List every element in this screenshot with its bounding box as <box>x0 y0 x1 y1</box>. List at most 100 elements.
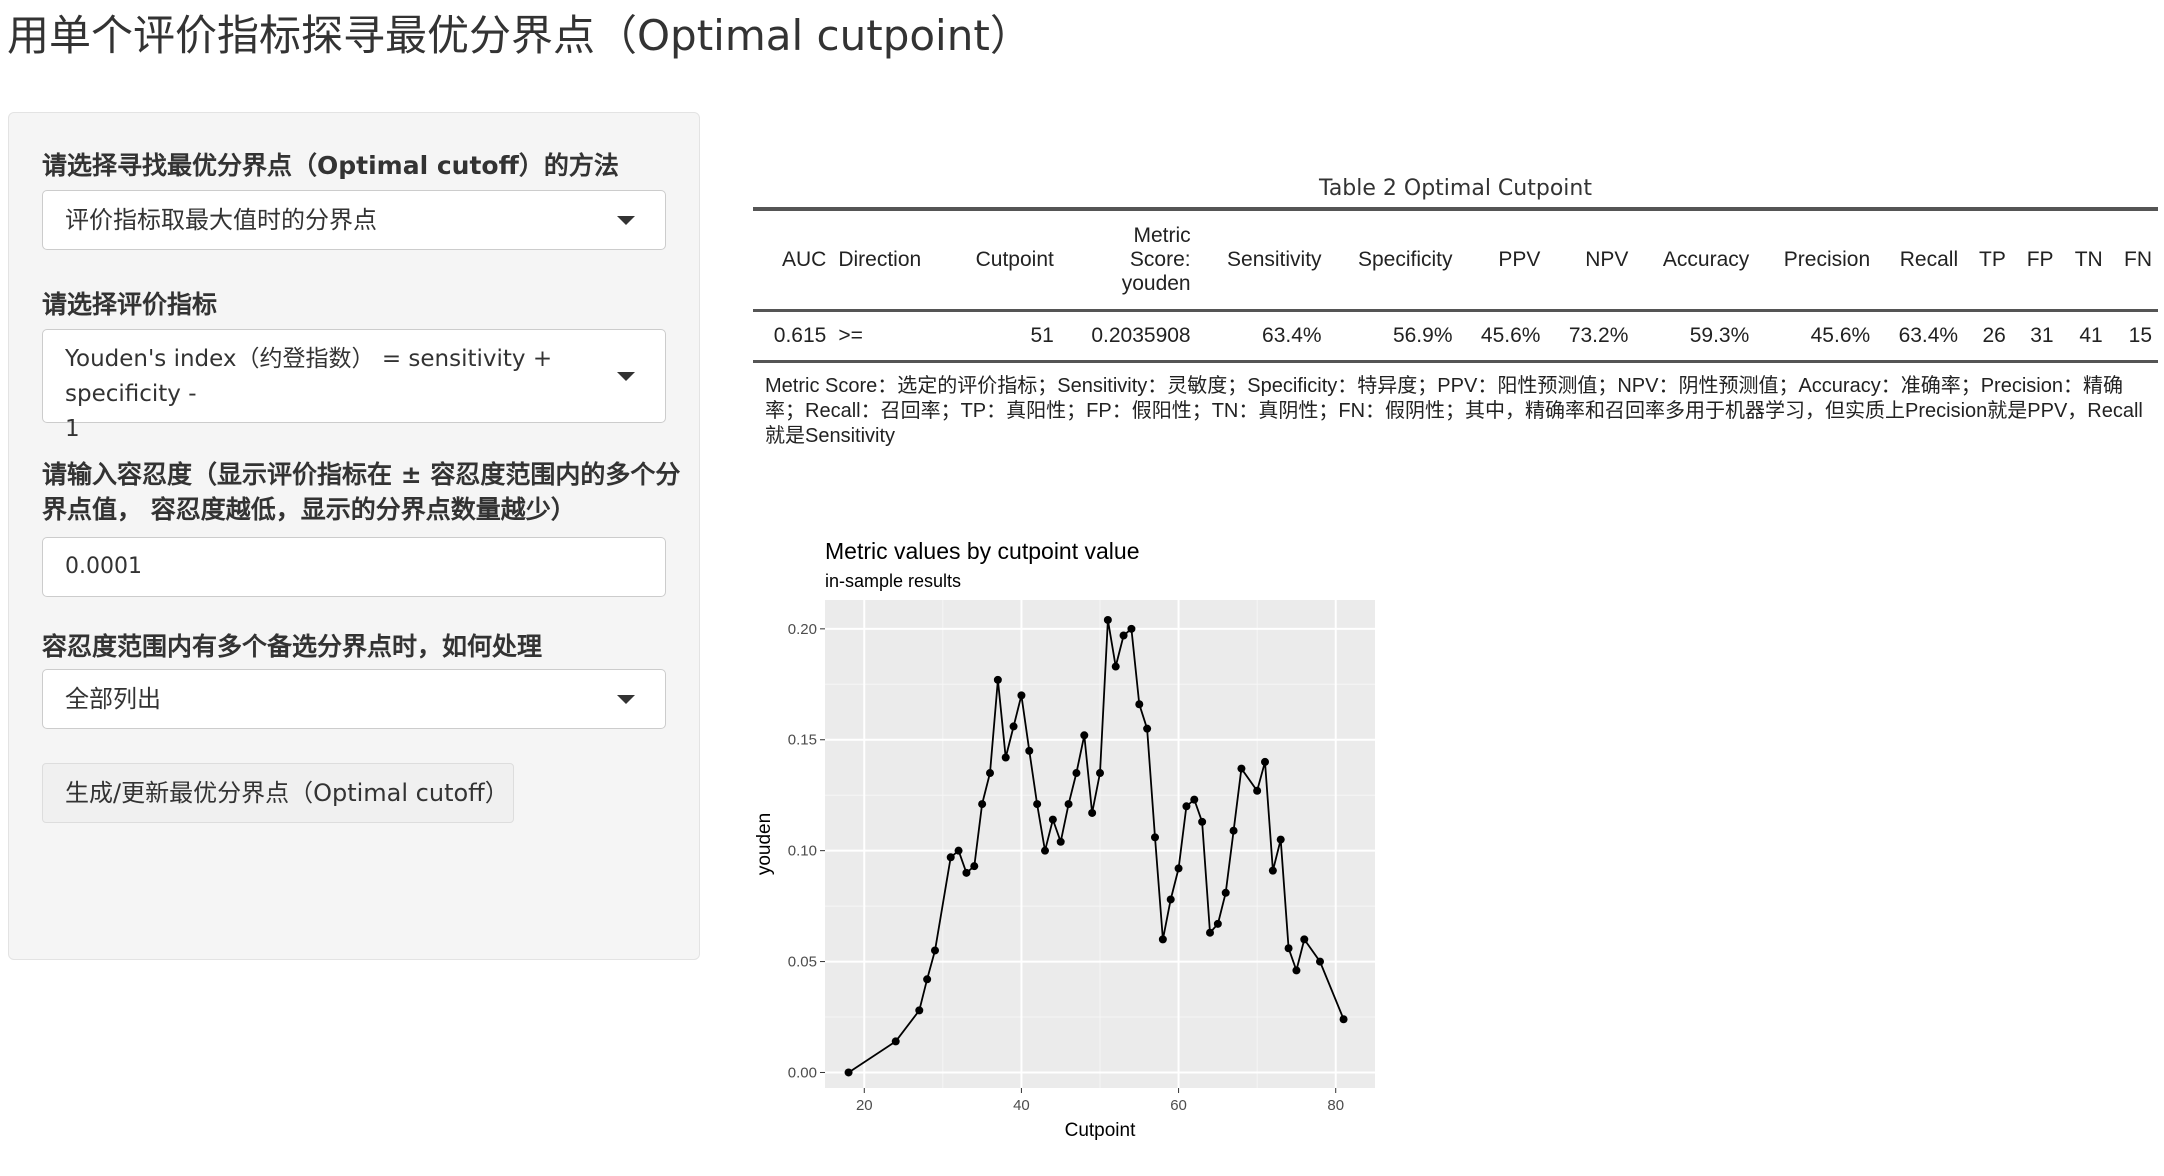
data-point <box>1158 935 1167 944</box>
data-point <box>1253 786 1262 795</box>
cell-npv: 73.2% <box>1568 324 1629 347</box>
data-point <box>1174 864 1183 873</box>
data-point <box>1198 817 1207 826</box>
cell-direction: >= <box>838 324 863 347</box>
data-point <box>1237 764 1246 773</box>
col-header-metric: Metric Score: youden <box>1059 209 1197 312</box>
method-select-value: 评价指标取最大值时的分界点 <box>65 206 377 234</box>
data-point <box>1276 835 1285 844</box>
data-point <box>1339 1015 1348 1024</box>
data-point <box>970 862 979 871</box>
data-point <box>1316 957 1324 966</box>
data-point <box>844 1068 853 1077</box>
data-point <box>1064 800 1073 809</box>
col-header-precision: Precision <box>1755 209 1877 312</box>
col-header-tn: TN <box>2059 209 2109 312</box>
y-tick-label: 0.15 <box>788 732 817 749</box>
x-tick-label: 40 <box>1013 1097 1030 1114</box>
tolerance-label: 请输入容忍度（显示评价指标在 ± 容忍度范围内的多个分 界点值， 容忍度越低，显… <box>42 457 680 527</box>
method-select[interactable]: 评价指标取最大值时的分界点 <box>42 190 666 250</box>
col-header-direction: Direction <box>832 209 949 312</box>
data-point <box>1088 808 1097 817</box>
data-point <box>931 946 939 955</box>
cell-specificity: 56.9% <box>1392 324 1453 347</box>
col-header-fp: FP <box>2011 209 2060 312</box>
cell-metric: 0.2035908 <box>1091 324 1191 347</box>
cell-precision: 45.6% <box>1810 324 1871 347</box>
cell-fp: 31 <box>2030 324 2054 347</box>
tolerance-label-line2: 界点值， 容忍度越低，显示的分界点数量越少） <box>42 495 576 524</box>
col-header-fn: FN <box>2108 209 2158 312</box>
table-row: 0.615 >= 51 0.2035908 63.4% 56.9% 45.6% … <box>753 311 2158 362</box>
col-header-accuracy: Accuracy <box>1634 209 1756 312</box>
data-point <box>923 975 932 984</box>
col-header-sensitivity: Sensitivity <box>1196 209 1328 312</box>
data-point <box>1206 928 1214 937</box>
x-axis-label: Cutpoint <box>1065 1120 1136 1141</box>
chevron-down-icon <box>617 695 635 704</box>
data-point <box>1033 800 1042 809</box>
data-point <box>1048 815 1057 824</box>
cell-fn: 15 <box>2128 324 2152 347</box>
x-axis: 20 40 60 80 <box>856 1088 1344 1114</box>
generate-button[interactable]: 生成/更新最优分界点（Optimal cutoff） <box>42 763 514 823</box>
metric-select-value-line2: 1 <box>65 416 80 442</box>
data-point <box>1041 846 1049 855</box>
metric-select[interactable]: Youden's index（约登指数） = sensitivity + spe… <box>42 329 666 442</box>
data-point <box>954 846 963 855</box>
data-point <box>962 868 971 877</box>
data-point <box>915 1006 924 1015</box>
chart-title: Metric values by cutpoint value <box>825 538 1140 564</box>
data-point <box>993 675 1002 684</box>
data-point <box>1072 769 1081 778</box>
y-axis-label: youden <box>756 813 775 875</box>
y-tick-label: 0.20 <box>788 621 817 638</box>
table-footnote: Metric Score：选定的评价指标；Sensitivity：灵敏度；Spe… <box>765 375 2143 447</box>
data-point <box>1103 615 1112 624</box>
cell-auc: 0.615 <box>773 324 827 347</box>
cell-accuracy: 59.3% <box>1689 324 1750 347</box>
multiple-select[interactable]: 全部列出 <box>42 669 666 729</box>
chevron-down-icon <box>617 372 635 381</box>
data-point <box>1261 757 1269 766</box>
col-header-metric-line3: youden <box>1121 272 1191 295</box>
tolerance-input[interactable]: 0.0001 <box>42 537 666 597</box>
data-point <box>1001 753 1010 762</box>
page-title: 用单个评价指标探寻最优分界点（Optimal cutpoint） <box>7 11 1032 60</box>
y-tick-label: 0.05 <box>788 954 817 971</box>
data-point <box>1143 724 1152 733</box>
metric-label: 请选择评价指标 <box>42 290 218 319</box>
data-point <box>1127 624 1136 633</box>
data-point <box>1096 769 1104 778</box>
data-point <box>1111 662 1120 671</box>
data-point <box>1009 722 1018 731</box>
chevron-down-icon <box>617 216 635 225</box>
x-tick-label: 20 <box>856 1097 873 1114</box>
y-axis: 0.00 0.05 0.10 0.15 0.20 <box>788 621 825 1081</box>
table-caption: Table 2 Optimal Cutpoint <box>1319 176 1592 201</box>
x-tick-label: 80 <box>1327 1097 1344 1114</box>
method-label: 请选择寻找最优分界点（Optimal cutoff）的方法 <box>42 151 619 180</box>
x-tick-label: 60 <box>1170 1097 1187 1114</box>
data-point <box>891 1037 900 1046</box>
data-point <box>1268 866 1277 875</box>
col-header-specificity: Specificity <box>1327 209 1459 312</box>
data-point <box>1056 837 1065 846</box>
data-point <box>1284 944 1293 953</box>
cell-tp: 26 <box>1982 324 2006 347</box>
y-tick-label: 0.10 <box>788 843 817 860</box>
col-header-tp: TP <box>1964 209 2012 312</box>
tolerance-input-value: 0.0001 <box>65 554 142 579</box>
chart-subtitle: in-sample results <box>825 571 961 591</box>
cell-recall: 63.4% <box>1898 324 1959 347</box>
data-point <box>1190 795 1199 804</box>
col-header-recall: Recall <box>1876 209 1965 312</box>
col-header-metric-line1: Metric <box>1133 224 1191 247</box>
col-header-ppv: PPV <box>1458 209 1547 312</box>
data-point <box>1182 802 1191 811</box>
col-header-npv: NPV <box>1546 209 1635 312</box>
cell-sensitivity: 63.4% <box>1262 324 1322 347</box>
sidebar-panel: 请选择寻找最优分界点（Optimal cutoff）的方法 评价指标取最大值时的… <box>8 112 700 960</box>
data-point <box>1221 888 1230 897</box>
y-tick-label: 0.00 <box>788 1064 817 1081</box>
